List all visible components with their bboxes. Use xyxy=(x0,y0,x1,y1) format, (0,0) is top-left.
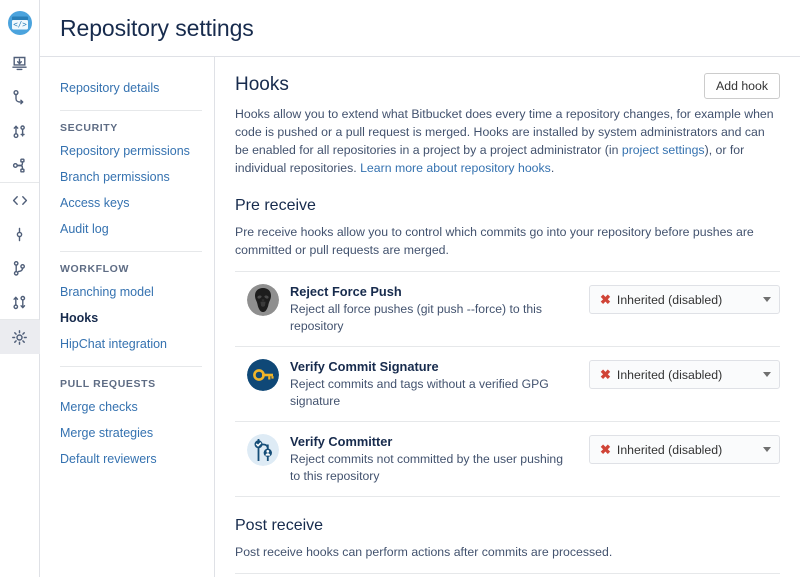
hook-description: Reject commits and tags without a verifi… xyxy=(290,376,575,410)
hook-row-verify-committer: Verify Committer Reject commits not comm… xyxy=(235,421,780,497)
hook-status-dropdown-verify-commit-signature[interactable]: ✖ Inherited (disabled) xyxy=(589,360,780,389)
hook-name: Verify Commit Signature xyxy=(290,358,575,375)
pre-receive-title: Pre receive xyxy=(235,195,780,217)
project-settings-link[interactable]: project settings xyxy=(622,143,705,157)
hook-text-reject-force-push: Reject Force Push Reject all force pushe… xyxy=(290,283,589,335)
source-code-icon[interactable] xyxy=(0,183,40,217)
pull-requests-icon[interactable] xyxy=(0,285,40,319)
pre-receive-description: Pre receive hooks allow you to control w… xyxy=(235,223,780,259)
svg-text:</>: </> xyxy=(13,20,27,29)
hooks-intro-text: Hooks allow you to extend what Bitbucket… xyxy=(235,105,780,177)
darth-vader-avatar-icon xyxy=(247,284,279,316)
commits-icon[interactable] xyxy=(0,217,40,251)
hook-status-label: Inherited (disabled) xyxy=(617,368,757,382)
branch-create-icon[interactable] xyxy=(0,80,40,114)
sidebar-heading-workflow: WORKFLOW xyxy=(60,261,214,279)
chevron-down-icon xyxy=(763,297,771,302)
add-hook-button[interactable]: Add hook xyxy=(704,73,780,99)
sidebar-item-branch-permissions[interactable]: Branch permissions xyxy=(60,164,214,190)
rail-group-secondary xyxy=(0,183,39,319)
chevron-down-icon xyxy=(763,372,771,377)
global-icon-rail: </> xyxy=(0,0,40,577)
sidebar-divider-security xyxy=(60,110,202,111)
sidebar-item-repository-permissions[interactable]: Repository permissions xyxy=(60,138,214,164)
hook-row-log-all-changes: Log all changes Writes a line to the log… xyxy=(235,573,780,577)
hook-name: Verify Committer xyxy=(290,433,575,450)
hooks-header-row: Hooks Add hook xyxy=(235,73,780,105)
app-root: </> xyxy=(0,0,800,577)
hook-name: Reject Force Push xyxy=(290,283,575,300)
sidebar-divider-pull-requests xyxy=(60,366,202,367)
rail-group-settings xyxy=(0,320,39,354)
hook-row-verify-commit-signature: Verify Commit Signature Reject commits a… xyxy=(235,346,780,421)
hooks-intro-part3: . xyxy=(551,161,554,175)
settings-gear-icon[interactable] xyxy=(0,320,40,354)
hook-status-dropdown-verify-committer[interactable]: ✖ Inherited (disabled) xyxy=(589,435,780,464)
sidebar-item-repository-details[interactable]: Repository details xyxy=(60,75,214,101)
hook-text-verify-committer: Verify Committer Reject commits not comm… xyxy=(290,433,589,485)
pre-receive-hook-list: Reject Force Push Reject all force pushe… xyxy=(235,271,780,497)
hook-status-label: Inherited (disabled) xyxy=(617,293,757,307)
chevron-down-icon xyxy=(763,447,771,452)
key-avatar-icon xyxy=(247,359,279,391)
repository-logo-icon[interactable]: </> xyxy=(0,0,40,46)
sidebar-item-hipchat-integration[interactable]: HipChat integration xyxy=(60,331,214,357)
hooks-title: Hooks xyxy=(235,73,289,97)
sidebar-item-hooks[interactable]: Hooks xyxy=(60,305,214,331)
hook-description: Reject commits not committed by the user… xyxy=(290,451,575,485)
rail-group-primary: </> xyxy=(0,0,39,182)
hook-row-reject-force-push: Reject Force Push Reject all force pushe… xyxy=(235,271,780,346)
sidebar-item-merge-checks[interactable]: Merge checks xyxy=(60,394,214,420)
page-body: Repository details SECURITY Repository p… xyxy=(40,57,800,577)
learn-more-link[interactable]: Learn more about repository hooks xyxy=(360,161,551,175)
branches-icon[interactable] xyxy=(0,251,40,285)
post-receive-hook-list: Log all changes Writes a line to the log… xyxy=(235,573,780,577)
status-x-icon: ✖ xyxy=(600,293,611,306)
post-receive-title: Post receive xyxy=(235,515,780,537)
pull-request-create-icon[interactable] xyxy=(0,114,40,148)
page-title: Repository settings xyxy=(60,15,254,42)
hook-text-verify-commit-signature: Verify Commit Signature Reject commits a… xyxy=(290,358,589,410)
hook-status-dropdown-reject-force-push[interactable]: ✖ Inherited (disabled) xyxy=(589,285,780,314)
hook-status-wrap: ✖ Inherited (disabled) xyxy=(589,285,780,314)
page-header: Repository settings xyxy=(40,0,800,57)
hook-status-wrap: ✖ Inherited (disabled) xyxy=(589,435,780,464)
post-receive-description: Post receive hooks can perform actions a… xyxy=(235,543,780,561)
sidebar-heading-pull-requests: PULL REQUESTS xyxy=(60,376,214,394)
status-x-icon: ✖ xyxy=(600,368,611,381)
sidebar-divider-workflow xyxy=(60,251,202,252)
hook-status-label: Inherited (disabled) xyxy=(617,443,757,457)
verify-committer-avatar-icon xyxy=(247,434,279,466)
page-container: Repository settings Repository details S… xyxy=(40,0,800,577)
clone-download-icon[interactable] xyxy=(0,46,40,80)
status-x-icon: ✖ xyxy=(600,443,611,456)
sidebar-item-merge-strategies[interactable]: Merge strategies xyxy=(60,420,214,446)
settings-sidebar: Repository details SECURITY Repository p… xyxy=(40,57,215,577)
hooks-content: Hooks Add hook Hooks allow you to extend… xyxy=(215,57,800,577)
sidebar-heading-security: SECURITY xyxy=(60,120,214,138)
hook-status-wrap: ✖ Inherited (disabled) xyxy=(589,360,780,389)
sidebar-item-audit-log[interactable]: Audit log xyxy=(60,216,214,242)
sidebar-item-branching-model[interactable]: Branching model xyxy=(60,279,214,305)
merge-icon[interactable] xyxy=(0,148,40,182)
sidebar-item-default-reviewers[interactable]: Default reviewers xyxy=(60,446,214,472)
sidebar-item-access-keys[interactable]: Access keys xyxy=(60,190,214,216)
hook-description: Reject all force pushes (git push --forc… xyxy=(290,301,575,335)
